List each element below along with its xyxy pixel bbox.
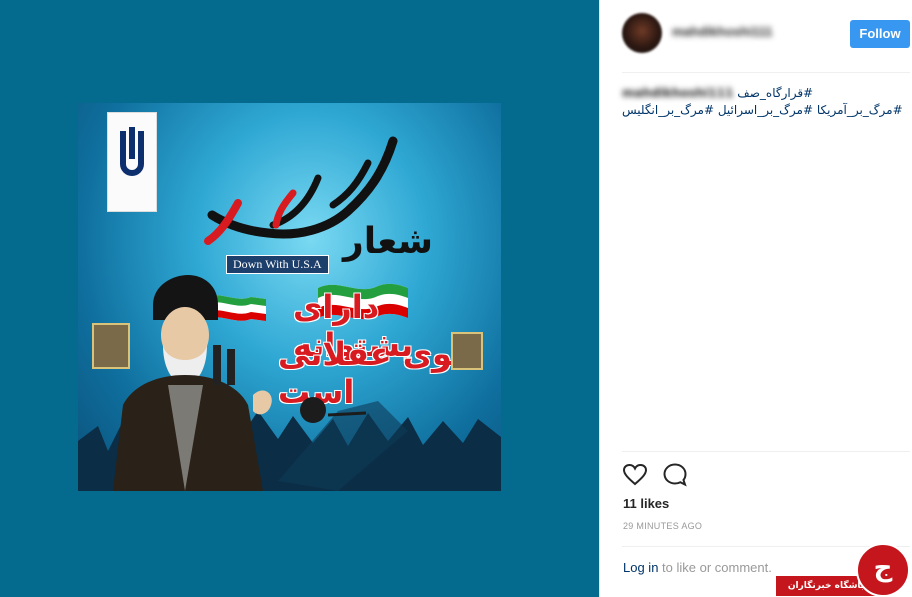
post-image-area: شعار Down With U.S.A دارای پشتوانه قوی ع…: [0, 0, 599, 597]
caption-hashtags[interactable]: #مرگ_بر_آمریکا #مرگ_بر_اسرائیل #مرگ_بر_ا…: [622, 102, 910, 119]
heart-icon[interactable]: [622, 462, 648, 488]
caption-username[interactable]: mahdikhoshi111: [622, 86, 733, 100]
post-header: mahdikhoshi111 Follow: [600, 0, 912, 70]
header-divider: [622, 72, 910, 73]
post-caption: #قرارگاه_صف mahdikhoshi111 #مرگ_بر_آمریک…: [622, 85, 910, 119]
comment-icon[interactable]: [662, 462, 688, 488]
caption-hashtag[interactable]: #قرارگاه_صف: [737, 86, 813, 100]
speaker-figure: [113, 275, 272, 491]
watermark-logo-icon: ج: [856, 543, 910, 597]
follow-button[interactable]: Follow: [850, 20, 910, 48]
actions-divider: [622, 451, 910, 452]
news-agency-watermark: باشگاه خبرنگاران ج: [776, 541, 912, 597]
username-link[interactable]: mahdikhoshi111: [672, 24, 772, 39]
portrait-frame-right: [451, 332, 483, 370]
login-prompt: Log in to like or comment.: [623, 560, 772, 575]
post-sidebar: mahdikhoshi111 Follow #قرارگاه_صف mahdik…: [599, 0, 912, 597]
avatar[interactable]: [622, 13, 662, 53]
post-image[interactable]: شعار Down With U.S.A دارای پشتوانه قوی ع…: [78, 103, 501, 491]
likes-count[interactable]: 11 likes: [623, 496, 669, 511]
login-rest-text: to like or comment.: [658, 560, 772, 575]
signature-stamp: [300, 397, 367, 423]
post-timestamp: 29 MINUTES AGO: [623, 521, 703, 531]
organization-logo: [107, 112, 157, 212]
slogan-word: شعار: [343, 221, 433, 262]
english-band: Down With U.S.A: [226, 255, 329, 274]
caption-line-1: #قرارگاه_صف mahdikhoshi111: [622, 85, 910, 102]
login-link[interactable]: Log in: [623, 560, 658, 575]
